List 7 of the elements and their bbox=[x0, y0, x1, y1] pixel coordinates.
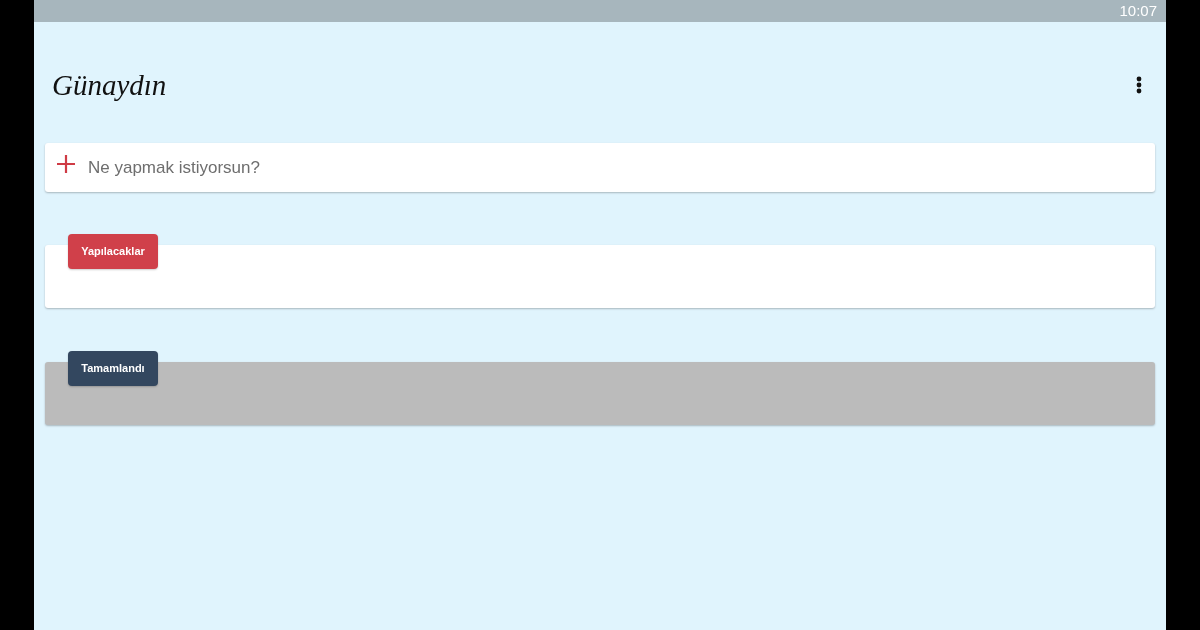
add-icon[interactable] bbox=[57, 155, 75, 173]
status-time: 10:07 bbox=[1119, 2, 1157, 20]
greeting-title: Günaydın bbox=[52, 68, 167, 103]
section-heading: Yapılacaklar bbox=[68, 234, 158, 269]
section-heading: Tamamlandı bbox=[68, 351, 158, 386]
new-task-field[interactable]: Ne yapmak istiyorsun? bbox=[45, 143, 1155, 192]
more-options-icon[interactable] bbox=[1136, 76, 1142, 94]
